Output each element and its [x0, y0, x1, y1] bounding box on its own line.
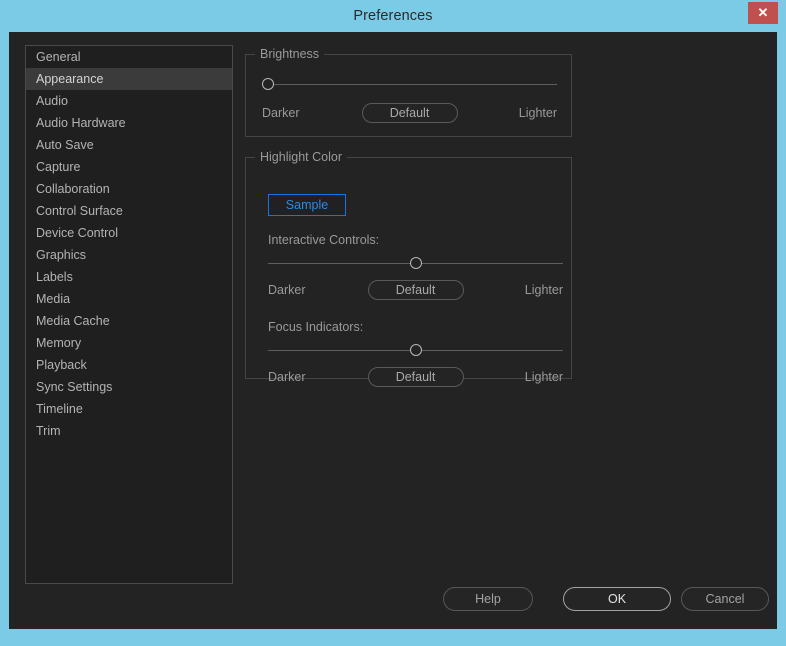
brightness-group-title: Brightness — [255, 47, 325, 61]
focus-indicators-slider[interactable] — [268, 344, 563, 358]
dialog-footer: Help OK Cancel — [9, 587, 777, 613]
sidebar-item-media[interactable]: Media — [26, 288, 232, 310]
help-button[interactable]: Help — [443, 587, 533, 611]
brightness-slider[interactable] — [262, 78, 557, 92]
sidebar-item-device-control[interactable]: Device Control — [26, 222, 232, 244]
close-icon[interactable]: ✕ — [748, 2, 778, 24]
interactive-default-button[interactable]: Default — [367, 280, 464, 300]
focus-indicators-scale-row: Darker Default Lighter — [268, 367, 563, 387]
sidebar-item-audio[interactable]: Audio — [26, 90, 232, 112]
sidebar-item-timeline[interactable]: Timeline — [26, 398, 232, 420]
focus-indicators-label: Focus Indicators: — [268, 320, 364, 334]
ok-button[interactable]: OK — [563, 587, 671, 611]
brightness-lighter-label: Lighter — [518, 106, 557, 120]
brightness-group: Brightness Darker Default Lighter — [245, 47, 572, 137]
sidebar-item-auto-save[interactable]: Auto Save — [26, 134, 232, 156]
sidebar-item-graphics[interactable]: Graphics — [26, 244, 232, 266]
highlight-color-group-title: Highlight Color — [255, 150, 347, 164]
highlight-color-group: Highlight Color Sample Interactive Contr… — [245, 150, 572, 387]
window-title: Preferences — [353, 8, 433, 24]
sidebar-item-audio-hardware[interactable]: Audio Hardware — [26, 112, 232, 134]
preferences-window: Preferences ✕ General Appearance Audio Audi… — [0, 0, 786, 646]
focus-default-button[interactable]: Default — [367, 367, 464, 387]
sidebar-item-sync-settings[interactable]: Sync Settings — [26, 376, 232, 398]
sidebar-item-trim[interactable]: Trim — [26, 420, 232, 442]
sidebar-item-media-cache[interactable]: Media Cache — [26, 310, 232, 332]
interactive-controls-slider[interactable] — [268, 257, 563, 271]
interactive-darker-label: Darker — [268, 283, 306, 297]
sidebar-item-capture[interactable]: Capture — [26, 156, 232, 178]
brightness-darker-label: Darker — [262, 106, 300, 120]
sidebar-item-appearance[interactable]: Appearance — [26, 68, 232, 90]
focus-lighter-label: Lighter — [524, 370, 563, 384]
sidebar-item-playback[interactable]: Playback — [26, 354, 232, 376]
sample-color-button[interactable]: Sample — [268, 194, 346, 216]
preferences-category-list[interactable]: General Appearance Audio Audio Hardware Auto… — [25, 45, 233, 584]
cancel-button[interactable]: Cancel — [681, 587, 769, 611]
brightness-slider-track — [262, 84, 557, 85]
interactive-controls-label: Interactive Controls: — [268, 233, 380, 247]
sidebar-item-control-surface[interactable]: Control Surface — [26, 200, 232, 222]
interactive-lighter-label: Lighter — [524, 283, 563, 297]
sidebar-item-general[interactable]: General — [26, 46, 232, 68]
brightness-slider-thumb[interactable] — [262, 78, 274, 90]
dialog-body: General Appearance Audio Audio Hardware Auto… — [9, 32, 777, 629]
brightness-default-button[interactable]: Default — [361, 103, 458, 123]
focus-indicators-slider-thumb[interactable] — [409, 344, 422, 356]
interactive-controls-scale-row: Darker Default Lighter — [268, 280, 563, 300]
brightness-scale-row: Darker Default Lighter — [262, 103, 557, 123]
interactive-controls-slider-thumb[interactable] — [409, 257, 422, 269]
sidebar-item-collaboration[interactable]: Collaboration — [26, 178, 232, 200]
sidebar-item-labels[interactable]: Labels — [26, 266, 232, 288]
focus-darker-label: Darker — [268, 370, 306, 384]
title-bar: Preferences ✕ — [0, 0, 786, 32]
sidebar-item-memory[interactable]: Memory — [26, 332, 232, 354]
